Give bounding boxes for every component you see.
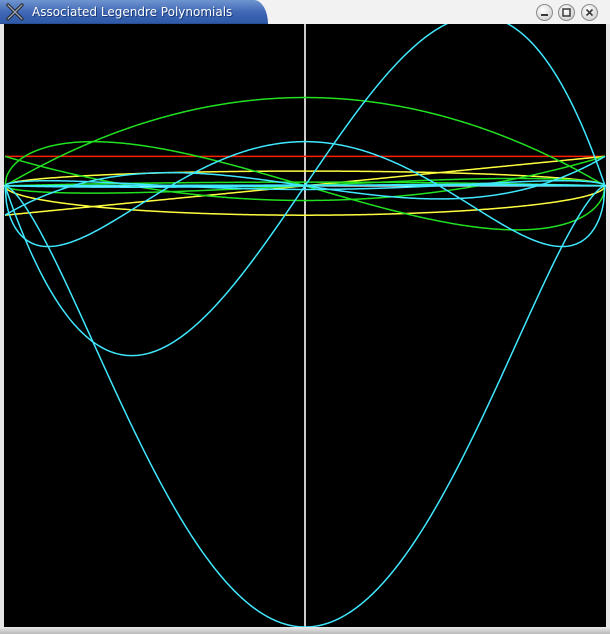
close-icon [585, 8, 594, 17]
legendre-plot [4, 24, 606, 627]
curve-l3-mneg3 [5, 184, 605, 187]
minimize-button[interactable] [536, 4, 553, 21]
maximize-icon [562, 8, 571, 17]
close-button[interactable] [581, 4, 598, 21]
x-window-icon[interactable] [6, 3, 24, 21]
title-bar[interactable]: Associated Legendre Polynomials [0, 0, 610, 24]
window-bottom-border[interactable] [0, 627, 610, 634]
maximize-button[interactable] [558, 4, 575, 21]
minimize-icon [541, 14, 548, 16]
application-window: Associated Legendre Polynomials [0, 0, 610, 634]
title-tab[interactable]: Associated Legendre Polynomials [0, 0, 268, 24]
window-title: Associated Legendre Polynomials [32, 5, 233, 19]
curves-layer [4, 24, 606, 627]
plot-canvas[interactable] [4, 24, 606, 627]
